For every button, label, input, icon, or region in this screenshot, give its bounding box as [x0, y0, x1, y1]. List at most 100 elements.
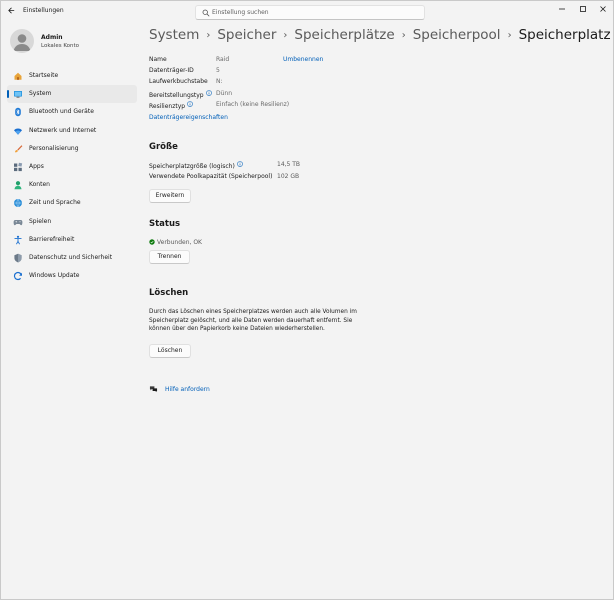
minimize-icon[interactable]: [556, 4, 568, 14]
breadcrumb-separator: ›: [401, 29, 406, 41]
info-icon[interactable]: [187, 100, 193, 107]
breadcrumb-speicherpool[interactable]: Speicherpool: [413, 27, 501, 43]
sidebar-item-spielen[interactable]: Spielen: [7, 213, 137, 231]
breadcrumb-speicherplaetze[interactable]: Speicherplätze: [294, 27, 394, 43]
section-title-size: Größe: [149, 142, 178, 152]
disk-properties-link[interactable]: Datenträgereigenschaften: [149, 114, 228, 121]
sidebar-item-konten[interactable]: Konten: [7, 176, 137, 194]
sidebar-item-label: Apps: [29, 162, 44, 170]
property-label-text: Resilienztyp: [149, 102, 186, 110]
size-value: 14,5 TB: [277, 161, 301, 168]
update-icon: [13, 272, 22, 281]
system-icon: [14, 91, 22, 98]
user-avatar-icon: [13, 34, 31, 51]
property-value: Raid: [216, 56, 230, 63]
sidebar-item-datenschutz[interactable]: Datenschutz und Sicherheit: [7, 249, 137, 267]
user-name: Admin: [41, 34, 63, 41]
property-value: 5: [216, 67, 220, 75]
breadcrumb: System › Speicher › Speicherplätze › Spe…: [149, 27, 611, 43]
breadcrumb-separator: ›: [507, 29, 512, 41]
sidebar-item-label: Datenschutz und Sicherheit: [29, 253, 113, 261]
gamepad-icon: [13, 219, 23, 225]
size-row-pool-capacity: Verwendete Poolkapazität (Speicherpool) …: [149, 173, 449, 185]
sidebar-item-network[interactable]: Netzwerk und Internet: [7, 122, 137, 140]
property-label: Bereitstellungstyp: [149, 89, 212, 99]
property-value: Einfach (keine Resilienz): [216, 100, 290, 108]
rename-link[interactable]: Umbenennen: [283, 56, 323, 63]
sidebar-item-windows-update[interactable]: Windows Update: [7, 267, 137, 285]
delete-button[interactable]: Löschen: [149, 344, 191, 358]
sidebar-item-label: Bluetooth und Geräte: [29, 108, 94, 116]
size-list: Speicherplatzgröße (logisch) 14,5 TB Ver…: [149, 161, 449, 185]
account-icon: [14, 181, 22, 190]
sidebar-item-label: Spielen: [29, 217, 52, 225]
sidebar-item-label: Personalisierung: [29, 144, 79, 152]
search-icon: [202, 9, 210, 17]
avatar[interactable]: [10, 29, 34, 53]
size-label-text: Speicherplatzgröße (logisch): [149, 163, 235, 170]
maximize-icon[interactable]: [577, 4, 589, 14]
size-row-logical: Speicherplatzgröße (logisch) 14,5 TB: [149, 161, 449, 173]
network-icon: [14, 128, 22, 135]
property-row-drive-letter: Laufwerkbuchstabe N:: [149, 78, 449, 89]
breadcrumb-separator: ›: [206, 29, 211, 41]
bluetooth-icon: [15, 108, 21, 117]
sidebar-item-personalisierung[interactable]: Personalisierung: [7, 140, 137, 158]
sidebar-item-system[interactable]: System: [7, 85, 137, 104]
status-value: Verbunden, OK: [157, 239, 202, 246]
sidebar-item-label: Netzwerk und Internet: [29, 126, 97, 134]
sidebar-item-barrierefreiheit[interactable]: Barrierefreiheit: [7, 231, 137, 249]
section-title-status: Status: [149, 219, 181, 229]
status-line: Verbunden, OK: [149, 239, 202, 246]
sidebar-item-label: Startseite: [29, 72, 59, 79]
breadcrumb-system[interactable]: System: [149, 27, 199, 43]
size-label: Speicherplatzgröße (logisch): [149, 161, 243, 170]
info-icon[interactable]: [236, 161, 243, 167]
app-title: Einstellungen: [23, 7, 64, 14]
close-icon[interactable]: [597, 4, 609, 14]
property-label-text: Bereitstellungstyp: [149, 91, 204, 99]
breadcrumb-speicher[interactable]: Speicher: [217, 27, 276, 43]
property-value: Dünn: [216, 89, 233, 97]
accessibility-icon: [14, 235, 22, 245]
search-input[interactable]: [210, 7, 420, 18]
size-value: 102 GB: [277, 173, 300, 180]
sidebar-item-label: Barrierefreiheit: [29, 235, 75, 243]
page-title: Speicherplatz: [518, 27, 611, 43]
expand-button[interactable]: Erweitern: [149, 189, 191, 203]
property-row-resiliency: Resilienztyp Einfach (keine Resilienz): [149, 101, 449, 112]
property-label: Resilienztyp: [149, 100, 193, 110]
properties-list: Name Raid Umbenennen Datenträger-ID 5 La…: [149, 56, 449, 112]
globe-icon: [14, 199, 22, 208]
sidebar-item-label: Zeit und Sprache: [29, 199, 81, 207]
settings-search[interactable]: [195, 5, 425, 20]
sidebar-item-bluetooth[interactable]: Bluetooth und Geräte: [7, 103, 137, 121]
property-row-provisioning: Bereitstellungstyp Dünn: [149, 90, 449, 101]
home-icon: [14, 72, 22, 80]
check-circle-icon: [149, 239, 155, 245]
property-label: Laufwerkbuchstabe: [149, 78, 208, 86]
user-account-type: Lokales Konto: [41, 43, 80, 49]
shield-icon: [14, 253, 22, 263]
help-label[interactable]: Hilfe anfordern: [165, 386, 210, 393]
settings-window: Einstellungen Admin Lokales Konto Starts…: [0, 0, 614, 600]
sidebar-item-startseite[interactable]: Startseite: [7, 67, 137, 85]
property-label: Name: [149, 56, 167, 63]
sidebar-item-label: Konten: [29, 181, 50, 189]
back-arrow-icon[interactable]: [7, 6, 16, 15]
info-icon[interactable]: [205, 89, 212, 96]
disconnect-button[interactable]: Trennen: [149, 250, 190, 264]
sidebar-item-zeit-und-sprache[interactable]: Zeit und Sprache: [7, 194, 137, 212]
delete-description: Durch das Löschen eines Speicherplatzes …: [149, 309, 357, 333]
size-label: Verwendete Poolkapazität (Speicherpool): [149, 173, 273, 180]
help-chat-icon: [149, 386, 158, 393]
breadcrumb-separator: ›: [283, 29, 288, 41]
sidebar-item-apps[interactable]: Apps: [7, 158, 137, 176]
brush-icon: [15, 144, 23, 153]
property-value: N:: [216, 78, 223, 86]
sidebar-item-label: Windows Update: [29, 272, 80, 280]
property-row-disk-id: Datenträger-ID 5: [149, 67, 449, 78]
sidebar-item-label: System: [29, 90, 52, 98]
section-title-delete: Löschen: [149, 288, 189, 298]
property-label: Datenträger-ID: [149, 67, 194, 75]
